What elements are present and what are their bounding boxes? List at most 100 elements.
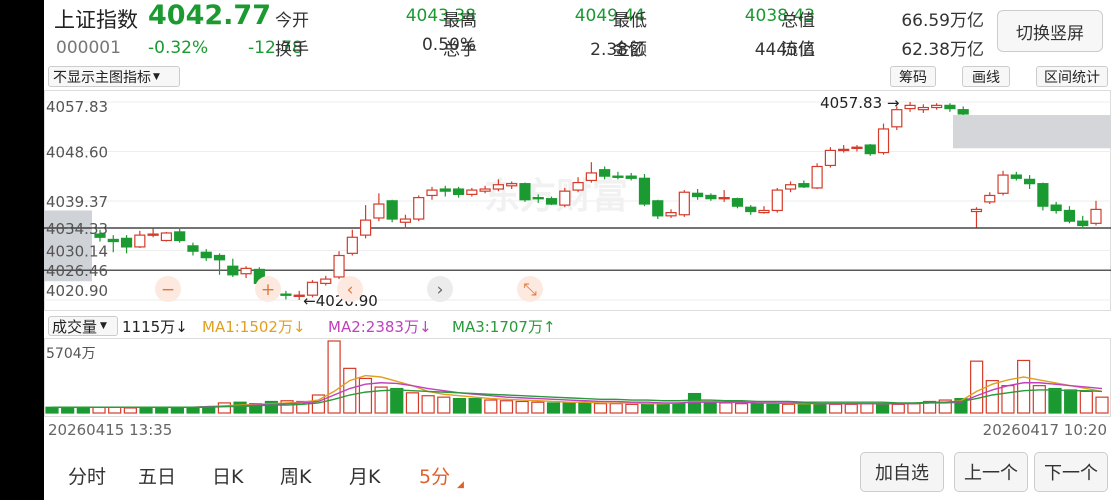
- volume-bar: [1095, 396, 1109, 414]
- candle-body: [612, 175, 624, 178]
- volume-bar: [656, 403, 670, 414]
- volume-bar: [92, 406, 106, 414]
- volume-bar: [468, 397, 482, 414]
- candle-body: [678, 191, 690, 216]
- time-axis-start: 20260415 13:35: [48, 421, 173, 439]
- candle-body: [373, 203, 385, 219]
- candle-body: [492, 184, 504, 190]
- candle-body: [386, 200, 398, 220]
- next-stock-button[interactable]: 下一个: [1034, 452, 1108, 492]
- volume-bar: [217, 402, 231, 414]
- candle-body: [851, 146, 863, 149]
- candle-body: [200, 251, 212, 259]
- chips-button[interactable]: 筹码: [890, 66, 936, 87]
- candle-body: [360, 219, 372, 236]
- candle-body: [638, 177, 651, 205]
- volume-bar: [672, 403, 686, 414]
- candle-body: [399, 218, 412, 223]
- volume-bar: [860, 403, 874, 414]
- quote-label: 总手: [443, 40, 477, 60]
- volume-bar: [515, 400, 529, 414]
- candle-body: [984, 194, 996, 203]
- candle-body: [240, 267, 252, 275]
- stock-chart-screen: 上证指数 4042.77 000001 -0.32% -12.78 今开 4043…: [44, 0, 1111, 500]
- volume-bar: [891, 403, 905, 414]
- tab-4[interactable]: 月K: [349, 462, 380, 489]
- candle-body: [466, 189, 478, 195]
- price-axis-label: 4030.14: [46, 242, 108, 260]
- scroll-right-icon: ›: [437, 280, 444, 300]
- percent-change: -0.32%: [148, 38, 209, 58]
- candle-body: [147, 233, 159, 236]
- stock-code: 000001: [56, 38, 121, 58]
- quote-label: 最低: [613, 11, 647, 31]
- quote-value: 62.38万亿: [901, 40, 984, 60]
- candle-body: [134, 234, 146, 248]
- volume-bar: [1079, 390, 1093, 414]
- volume-bar: [1048, 387, 1062, 414]
- volume-bar: [609, 403, 623, 414]
- volume-bar: [781, 403, 796, 414]
- candle-body: [758, 209, 770, 214]
- candle-body: [798, 183, 810, 188]
- candle-body: [665, 212, 677, 217]
- previous-stock-button[interactable]: 上一个: [954, 452, 1028, 492]
- add-favorite-button[interactable]: 加自选: [860, 452, 944, 492]
- candle-body: [213, 254, 226, 261]
- tab-5[interactable]: 5分: [419, 462, 450, 489]
- volume-bar: [750, 403, 764, 414]
- main-indicator-dropdown[interactable]: 不显示主图指标 ▼: [48, 66, 180, 87]
- time-axis-end: 20260417 10:20: [982, 421, 1107, 439]
- volume-bar: [186, 407, 200, 414]
- candle-body: [532, 196, 544, 200]
- candle-body: [904, 104, 916, 110]
- price-axis-label: 4026.46: [46, 262, 108, 280]
- candle-body: [731, 198, 744, 207]
- tab-3[interactable]: 周K: [280, 462, 311, 489]
- volume-bar: [1001, 385, 1015, 414]
- tab-2[interactable]: 日K: [212, 462, 243, 489]
- volume-chart[interactable]: 5704万: [44, 338, 1111, 418]
- candle-body: [1023, 178, 1036, 185]
- draw-line-button[interactable]: 画线: [962, 66, 1010, 87]
- candle-body: [346, 236, 358, 254]
- volume-indicator-dropdown[interactable]: 成交量 ▼: [48, 316, 118, 336]
- quote-label: 金额: [613, 40, 647, 60]
- candle-body: [691, 192, 704, 198]
- candle-body: [1037, 183, 1049, 207]
- volume-bar: [170, 406, 184, 414]
- volume-bar: [123, 407, 137, 414]
- candle-body: [970, 208, 983, 213]
- volume-bar: [76, 406, 90, 414]
- candle-body: [931, 104, 943, 109]
- period-tabs: 分时 五日 日K 周K 月K 5分 ◢: [44, 452, 464, 496]
- candle-body: [107, 238, 119, 243]
- candle-body: [824, 149, 837, 167]
- switch-portrait-button[interactable]: 切换竖屏: [997, 10, 1103, 52]
- watermark-text: 东方财富: [484, 175, 628, 217]
- candlestick-chart[interactable]: 东方财富4057.834048.604039.374034.334030.144…: [44, 90, 1111, 312]
- ma3-label: MA3:1707万↑: [452, 318, 556, 336]
- candle-body: [917, 106, 929, 111]
- chevron-down-icon: ▼: [100, 321, 107, 331]
- volume-bar: [155, 406, 169, 414]
- zoom-out-icon: −: [161, 280, 175, 300]
- candle-body: [506, 183, 518, 187]
- volume-bar: [875, 403, 890, 414]
- candle-body: [705, 194, 717, 200]
- volume-bar: [734, 403, 749, 414]
- candle-body: [944, 104, 956, 110]
- tab-0[interactable]: 分时: [68, 462, 106, 489]
- candle-body: [625, 175, 637, 179]
- volume-bar: [437, 396, 451, 414]
- volume-bar: [1017, 359, 1031, 414]
- candle-body: [1090, 208, 1102, 224]
- tab-1[interactable]: 五日: [138, 462, 176, 489]
- candle-body: [745, 206, 757, 213]
- range-stats-button[interactable]: 区间统计: [1036, 66, 1108, 87]
- candle-body: [811, 165, 823, 189]
- candle-body: [1010, 174, 1022, 179]
- quote-label: 最高: [443, 11, 477, 31]
- volume-bar: [405, 392, 420, 414]
- volume-bar: [844, 403, 858, 414]
